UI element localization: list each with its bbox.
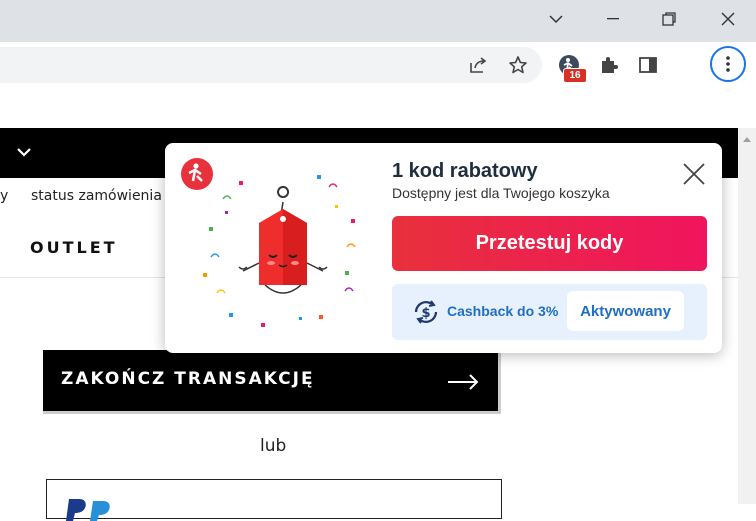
paypal-logo-icon [66,499,110,521]
puzzle-icon [602,57,618,73]
share-icon [470,57,487,73]
minimize-icon [607,18,619,20]
window-titlebar [0,0,756,42]
kebab-menu-icon [726,56,730,72]
cashback-label: Cashback do 3% [447,303,559,319]
page-scrollbar[interactable] [738,128,756,504]
or-separator: lub [260,436,287,456]
chevron-down-icon [549,15,563,24]
address-bar[interactable] [0,47,542,83]
nav-link-order-status[interactable]: status zamówienia [31,188,162,204]
bookmark-button[interactable] [503,50,533,80]
minimize-button[interactable] [585,0,641,38]
nav-link-partial[interactable]: y [0,188,8,204]
popup-close-button[interactable] [681,161,707,187]
chevron-down-icon[interactable] [16,146,32,158]
page-header-area [0,88,738,128]
restore-button[interactable] [641,0,697,38]
chrome-menu-button[interactable] [710,46,746,82]
browser-toolbar [0,42,756,88]
close-icon [683,163,705,185]
star-icon [509,56,527,74]
close-icon [721,12,735,26]
extensions-button[interactable] [594,50,624,80]
checkout-button-label: ZAKOŃCZ TRANSAKCJĘ [61,369,315,389]
coupon-tag-mascot-icon [203,175,356,327]
tab-search-button[interactable] [528,0,584,38]
cashback-dollar-icon: $ [414,300,438,324]
arrow-right-icon [448,374,479,390]
side-panel-icon [639,57,657,73]
extension-count-badge: 16 [563,68,587,83]
try-codes-button[interactable]: Przetestuj kody [392,216,707,271]
paypal-button[interactable] [46,479,502,521]
restore-icon [662,12,676,26]
close-window-button[interactable] [700,0,756,38]
cashback-panel: $ Cashback do 3% Aktywowany [392,284,707,340]
share-button[interactable] [463,50,493,80]
coupon-count-title: 1 kod rabatowy [392,160,538,182]
svg-text:$: $ [421,306,430,321]
nav-outlet[interactable]: OUTLET [30,238,118,257]
coupon-popup: 1 kod rabatowy Dostępny jest dla Twojego… [165,143,722,353]
side-panel-button[interactable] [633,50,663,80]
cashback-activated-button[interactable]: Aktywowany [567,291,684,331]
checkout-button[interactable]: ZAKOŃCZ TRANSAKCJĘ [43,350,501,414]
coupon-subtitle: Dostępny jest dla Twojego koszyka [392,185,610,201]
scroll-up-icon[interactable] [742,136,752,143]
